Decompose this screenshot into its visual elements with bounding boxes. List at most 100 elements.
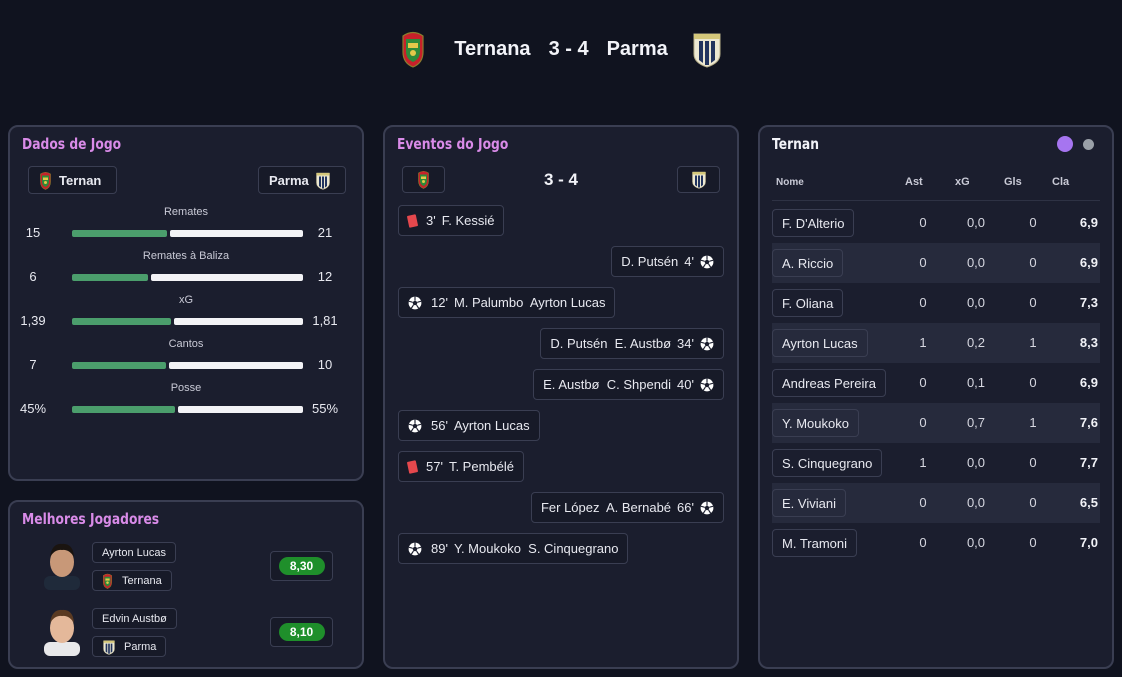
lineup-row[interactable]: E. Viviani 0 0,0 0 6,5 bbox=[772, 483, 1100, 523]
away-team-name: Parma bbox=[606, 37, 668, 60]
col-header-gls[interactable]: Gls bbox=[1004, 176, 1022, 188]
player-name[interactable]: Y. Moukoko bbox=[772, 409, 859, 437]
col-header-cla[interactable]: Cla bbox=[1052, 176, 1069, 188]
player-rating-chip: 8,10 bbox=[270, 617, 333, 647]
player-avatar bbox=[42, 606, 82, 656]
player-xg: 0,7 bbox=[966, 415, 986, 430]
player-xg: 0,0 bbox=[966, 295, 986, 310]
stat-home-value: 6 bbox=[29, 269, 37, 284]
player-ast: 0 bbox=[919, 375, 927, 390]
player-rating-chip: 8,30 bbox=[270, 551, 333, 581]
col-header-ast[interactable]: Ast bbox=[905, 176, 923, 188]
stat-away-bar bbox=[170, 230, 303, 237]
event-minute: 3' bbox=[426, 213, 436, 228]
player-name[interactable]: F. D'Alterio bbox=[772, 209, 855, 237]
player-rating: 6,9 bbox=[1079, 255, 1098, 270]
team-toggle-active[interactable] bbox=[1057, 136, 1073, 152]
lineup-row[interactable]: Y. Moukoko 0 0,7 1 7,6 bbox=[772, 403, 1100, 443]
player-ast: 0 bbox=[919, 215, 927, 230]
red-card-icon bbox=[406, 459, 419, 474]
player-name[interactable]: A. Riccio bbox=[772, 249, 844, 277]
parma-crest-icon bbox=[102, 639, 116, 655]
player-name[interactable]: Ayrton Lucas bbox=[772, 329, 868, 357]
col-header-name[interactable]: Nome bbox=[776, 177, 804, 188]
player-xg: 0,0 bbox=[966, 495, 986, 510]
match-event[interactable]: Fer López A. Bernabé 66' bbox=[530, 492, 724, 523]
lineup-title: Ternan bbox=[772, 135, 819, 153]
best-player-card[interactable]: Edvin Austbø Parma 8,10 bbox=[10, 606, 362, 662]
match-stats-panel: Dados de Jogo Ternan Parma Remates 15 21 Re… bbox=[8, 125, 364, 481]
lineup-row[interactable]: Andreas Pereira 0 0,1 0 6,9 bbox=[772, 363, 1100, 403]
lineup-row[interactable]: A. Riccio 0 0,0 0 6,9 bbox=[772, 243, 1100, 283]
player-avatar bbox=[42, 540, 82, 590]
event-minute: 40' bbox=[677, 377, 694, 392]
event-minute: 4' bbox=[684, 254, 694, 269]
lineup-row[interactable]: S. Cinquegrano 1 0,0 0 7,7 bbox=[772, 443, 1100, 483]
home-team-name: Ternana bbox=[454, 37, 531, 60]
player-gls: 0 bbox=[1029, 215, 1037, 230]
player-team-chip: Ternana bbox=[92, 570, 172, 591]
stat-away-bar bbox=[174, 318, 303, 325]
match-event[interactable]: E. Austbø C. Shpendi 40' bbox=[533, 369, 724, 400]
home-team-chip[interactable]: Ternan bbox=[28, 166, 117, 194]
away-team-chip[interactable] bbox=[677, 166, 720, 193]
player-name[interactable]: F. Oliana bbox=[772, 289, 844, 317]
match-event[interactable]: 56' Ayrton Lucas bbox=[398, 410, 540, 441]
player-name-chip: Edvin Austbø bbox=[92, 608, 177, 629]
stat-home-bar bbox=[72, 362, 166, 369]
lineup-row[interactable]: F. D'Alterio 0 0,0 0 6,9 bbox=[772, 203, 1100, 243]
player-rating: 6,5 bbox=[1079, 495, 1098, 510]
player-rating: 7,3 bbox=[1079, 295, 1098, 310]
event-text: D. Putsén bbox=[621, 254, 679, 269]
match-stats-title: Dados de Jogo bbox=[22, 135, 122, 153]
match-event[interactable]: 89' Y. Moukoko S. Cinquegrano bbox=[398, 533, 629, 564]
player-gls: 0 bbox=[1029, 295, 1037, 310]
match-event[interactable]: D. Putsén 4' bbox=[611, 246, 724, 277]
player-rating: 6,9 bbox=[1079, 215, 1098, 230]
player-rating: 8,10 bbox=[278, 623, 325, 641]
best-player-card[interactable]: Ayrton Lucas Ternana 8,30 bbox=[10, 540, 362, 596]
player-ast: 1 bbox=[919, 455, 927, 470]
lineup-row[interactable]: F. Oliana 0 0,0 0 7,3 bbox=[772, 283, 1100, 323]
stat-label: Remates à Baliza bbox=[142, 250, 230, 262]
player-name[interactable]: S. Cinquegrano bbox=[772, 449, 883, 477]
player-name[interactable]: E. Viviani bbox=[772, 489, 846, 517]
away-team-chip[interactable]: Parma bbox=[258, 166, 346, 194]
player-name: Ayrton Lucas bbox=[102, 546, 167, 559]
lineup-row[interactable]: M. Tramoni 0 0,0 0 7,0 bbox=[772, 523, 1100, 563]
goal-ball-icon bbox=[700, 337, 714, 351]
match-event[interactable]: 57' T. Pembélé bbox=[398, 451, 524, 482]
lineup-row[interactable]: Ayrton Lucas 1 0,2 1 8,3 bbox=[772, 323, 1100, 363]
player-gls: 0 bbox=[1029, 535, 1037, 550]
player-name[interactable]: Andreas Pereira bbox=[772, 369, 886, 397]
stat-away-bar bbox=[169, 362, 303, 369]
ternana-crest-icon bbox=[102, 573, 113, 589]
player-ast: 0 bbox=[919, 535, 927, 550]
stat-home-bar bbox=[72, 318, 171, 325]
stat-away-value: 55% bbox=[311, 401, 339, 416]
player-rating: 7,0 bbox=[1079, 535, 1098, 550]
parma-crest-icon bbox=[691, 170, 707, 189]
best-players-title: Melhores Jogadores bbox=[22, 510, 160, 528]
event-minute: 66' bbox=[677, 500, 694, 515]
team-toggle-inactive[interactable] bbox=[1083, 139, 1094, 150]
player-rating: 8,3 bbox=[1079, 335, 1098, 350]
stat-label: xG bbox=[178, 294, 194, 306]
player-name[interactable]: M. Tramoni bbox=[772, 529, 858, 557]
parma-crest-icon bbox=[315, 171, 331, 190]
match-event[interactable]: 3' F. Kessié bbox=[398, 205, 505, 236]
col-header-xg[interactable]: xG bbox=[955, 176, 970, 188]
event-text: F. Kessié bbox=[441, 213, 495, 228]
event-text: Fer López A. Bernabé bbox=[540, 500, 672, 515]
stat-label: Cantos bbox=[168, 338, 204, 350]
home-team-chip-label: Ternan bbox=[59, 172, 102, 188]
player-ast: 0 bbox=[919, 495, 927, 510]
event-minute: 12' bbox=[431, 295, 448, 310]
match-event[interactable]: 12' M. Palumbo Ayrton Lucas bbox=[398, 287, 616, 318]
stat-home-value: 15 bbox=[25, 225, 41, 240]
player-gls: 0 bbox=[1029, 255, 1037, 270]
stat-home-bar bbox=[72, 274, 148, 281]
match-event[interactable]: D. Putsén E. Austbø 34' bbox=[540, 328, 724, 359]
goal-ball-icon bbox=[408, 296, 422, 310]
stat-home-value: 7 bbox=[29, 357, 37, 372]
